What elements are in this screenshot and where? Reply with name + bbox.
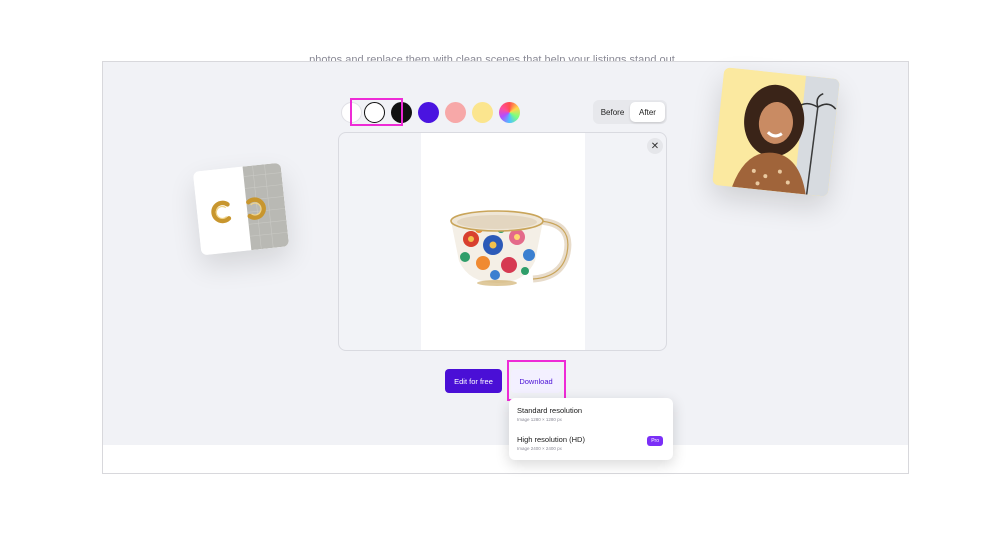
menu-item-title: Standard resolution bbox=[517, 406, 583, 415]
menu-item-standard-resolution[interactable]: Standard resolution Image 1280 × 1280 px bbox=[517, 406, 665, 422]
portrait-sample-card bbox=[712, 67, 840, 197]
close-preview-button[interactable]: ✕ bbox=[647, 138, 663, 154]
portrait-image bbox=[712, 67, 840, 197]
download-menu: Standard resolution Image 1280 × 1280 px… bbox=[509, 398, 673, 460]
swatch-highlight-box bbox=[350, 98, 403, 126]
menu-item-subtitle: Image 2400 × 2400 px bbox=[517, 446, 562, 451]
close-icon: ✕ bbox=[650, 140, 660, 152]
after-button[interactable]: After bbox=[630, 102, 665, 122]
swatch-yellow[interactable] bbox=[472, 102, 493, 123]
earrings-image bbox=[192, 162, 290, 256]
menu-item-title: High resolution (HD) bbox=[517, 435, 585, 444]
before-after-toggle: Before After bbox=[593, 100, 667, 124]
menu-item-subtitle: Image 1280 × 1280 px bbox=[517, 417, 562, 422]
edit-for-free-button[interactable]: Edit for free bbox=[445, 369, 502, 393]
image-preview: ✕ bbox=[338, 132, 667, 351]
earrings-sample-card bbox=[192, 162, 290, 256]
menu-item-high-resolution[interactable]: High resolution (HD) Image 2400 × 2400 p… bbox=[517, 435, 665, 451]
pro-badge: Pro bbox=[647, 436, 663, 446]
download-highlight-box bbox=[507, 360, 566, 401]
swatch-pink[interactable] bbox=[445, 102, 466, 123]
before-button[interactable]: Before bbox=[595, 102, 630, 122]
teacup-image bbox=[450, 210, 572, 286]
result-canvas bbox=[421, 133, 585, 350]
swatch-blue[interactable] bbox=[418, 102, 439, 123]
swatch-custom-color[interactable] bbox=[499, 102, 520, 123]
